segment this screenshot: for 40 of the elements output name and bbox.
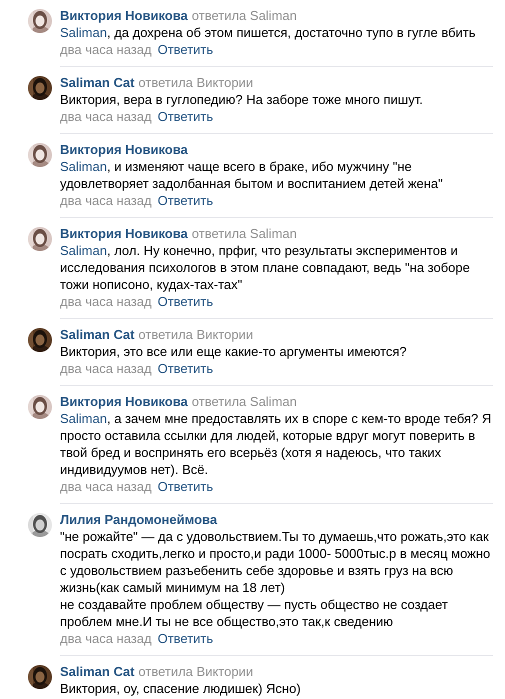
comment-text: Saliman, и изменяют чаще всего в браке, ибо мужчину "не удовлетворяет задолбанная бытом и воспитанием детей жена" (60, 158, 444, 192)
author-link[interactable]: Saliman Cat (60, 74, 134, 91)
timestamp: два часа назад (60, 41, 152, 58)
timestamp: два часа назад (60, 630, 152, 647)
reply-link[interactable]: Ответить (158, 360, 214, 377)
author-link[interactable]: Saliman Cat (60, 326, 134, 343)
reply-link[interactable]: Ответить (158, 41, 214, 58)
timestamp: два часа назад (60, 108, 152, 125)
comment-text: Saliman, а зачем мне предоставлять их в споре с кем-то вроде тебя? Я просто оставила ссылки для людей, которые вдруг могут поверить в твой бред и воспринять его всерьёз (хотя я надеюсь, что таких индивидуумов нет). Всё. (60, 410, 492, 478)
reply-note: ответила Виктории (138, 326, 254, 343)
comment-text: Виктория, вера в гуглопедию? На заборе тоже много пишут. (60, 91, 424, 108)
timestamp: два часа назад (60, 478, 152, 495)
author-link[interactable]: Saliman Cat (60, 663, 134, 680)
author-link[interactable]: Виктория Новикова (60, 141, 188, 158)
comment-text: "не рожайте" — да с удовольствием.Ты то думаешь,что рожать,это как посрать сходить,легко и просто,и ради 1000- 5000тыс.р в месяц можно с удовольствием разъебенить себе здоровье и взять груз на всю жизнь(как самый минимум на 18 лет) не создавайте проблем обществу — пусть общество не создает проблем мне.И ты не все общество,это так,к сведению (60, 528, 492, 630)
reply-note: ответила Saliman (192, 225, 297, 242)
reply-link[interactable]: Ответить (158, 192, 214, 209)
mention-link[interactable]: Saliman (60, 411, 107, 426)
mention-link[interactable]: Saliman (60, 159, 107, 174)
reply-note: ответила Saliman (192, 393, 297, 410)
comment-text: Saliman, лол. Ну конечно, прфиг, что результаты экспериментов и исследования психологов в этом плане совпадают, ведь "на зоборе тожи нописоно, кудах-тах-тах" (60, 242, 471, 293)
reply-note: ответила Saliman (192, 7, 297, 24)
mention-link[interactable]: Saliman (60, 243, 107, 258)
timestamp: два часа назад (60, 293, 152, 310)
timestamp: два часа назад (60, 360, 152, 377)
reply-link[interactable]: Ответить (158, 293, 214, 310)
comment-text: Виктория, это все или еще какие-то аргументы имеются? (60, 343, 408, 360)
author-link[interactable]: Виктория Новикова (60, 393, 188, 410)
author-link[interactable]: Виктория Новикова (60, 7, 188, 24)
author-link[interactable]: Лилия Рандомонеймова (60, 511, 218, 528)
reply-link[interactable]: Ответить (158, 630, 214, 647)
reply-link[interactable]: Ответить (158, 478, 214, 495)
comment-text: Saliman, да дохрена об этом пишется, достаточно тупо в гугле вбить (60, 24, 477, 41)
mention-link[interactable]: Saliman (60, 25, 107, 40)
author-link[interactable]: Виктория Новикова (60, 225, 188, 242)
timestamp: два часа назад (60, 192, 152, 209)
reply-note: ответила Виктории (138, 663, 254, 680)
reply-note: ответила Виктории (138, 74, 254, 91)
reply-link[interactable]: Ответить (158, 108, 214, 125)
comment-text: Виктория, оу, спасение людишек) Ясно) (60, 680, 302, 697)
